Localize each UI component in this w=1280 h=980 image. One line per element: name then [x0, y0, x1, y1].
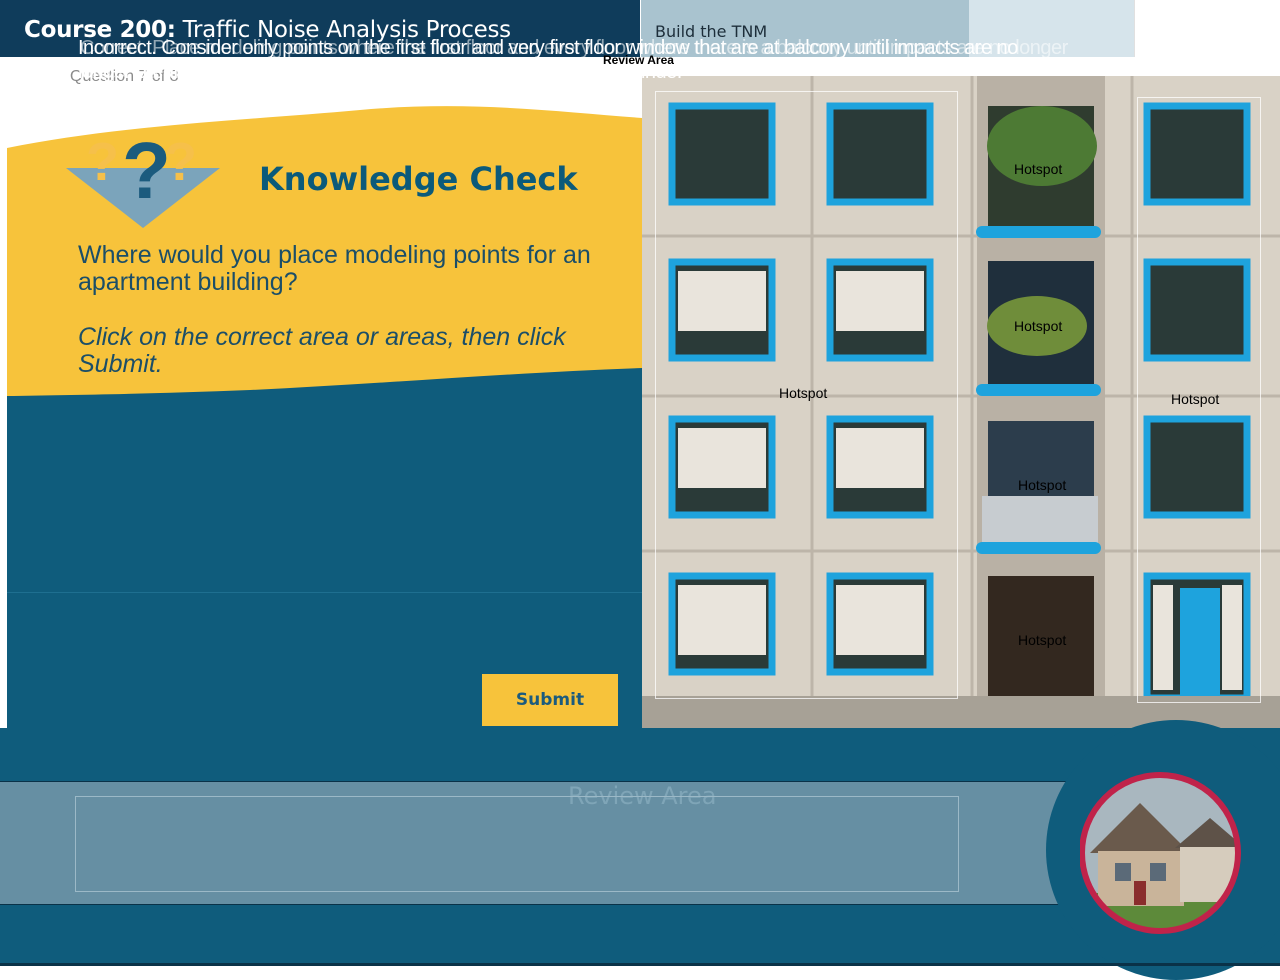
- panel-divider: [7, 592, 642, 593]
- review-feedback-correct: Correct. Place modeling points where the…: [80, 37, 1068, 83]
- hotspot-label[interactable]: Hotspot: [779, 385, 827, 401]
- submit-button[interactable]: Submit: [482, 674, 618, 726]
- question-prompt: Where would you place modeling points fo…: [78, 241, 591, 296]
- question-marks-icon: ? ? ?: [86, 126, 197, 210]
- svg-text:?: ?: [86, 132, 119, 192]
- question-instruction: Click on the correct area or areas, then…: [78, 323, 566, 378]
- knowledge-check-title: Knowledge Check: [259, 160, 578, 198]
- svg-text:?: ?: [164, 132, 197, 192]
- hotspot-label[interactable]: Hotspot: [1018, 632, 1066, 648]
- hotspot-label[interactable]: Hotspot: [1014, 161, 1062, 177]
- hotspot-label[interactable]: Hotspot: [1171, 391, 1219, 407]
- hotspot-label[interactable]: Hotspot: [1014, 318, 1062, 334]
- review-area-tag: Review Area: [603, 53, 674, 67]
- house-thumbnail-icon[interactable]: [1080, 763, 1250, 953]
- progress-segment-empty: [1134, 0, 1280, 57]
- review-feedback-text: Incorrect. Consider only points on the f…: [78, 36, 1068, 84]
- review-area-frame: [75, 796, 959, 892]
- hotspot-label[interactable]: Hotspot: [1018, 477, 1066, 493]
